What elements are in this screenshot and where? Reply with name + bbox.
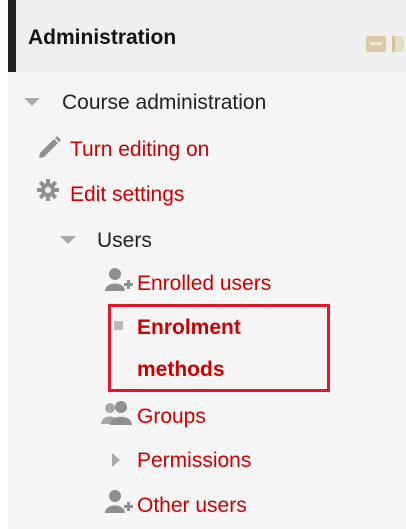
tree-item-turn-editing-on[interactable]: Turn editing on	[70, 138, 209, 162]
block-title: Administration	[28, 26, 177, 49]
highlight-box	[108, 304, 330, 392]
tree-item-edit-settings[interactable]: Edit settings	[70, 183, 184, 207]
tree-item-permissions[interactable]: Permissions	[137, 449, 251, 473]
pencil-icon	[39, 136, 61, 158]
block-header: Administration	[8, 0, 406, 72]
expand-permissions-icon[interactable]	[112, 453, 120, 467]
user-add-icon	[105, 268, 133, 291]
tree-item-enrolled-users[interactable]: Enrolled users	[137, 272, 271, 296]
expand-users-icon[interactable]	[60, 236, 76, 244]
group-icon	[101, 401, 132, 425]
gear-icon	[37, 179, 59, 201]
tree-item-users[interactable]: Users	[97, 229, 152, 253]
tree-item-other-users[interactable]: Other users	[137, 494, 247, 518]
tree-item-course-administration[interactable]: Course administration	[62, 91, 266, 115]
expand-course-administration-icon[interactable]	[24, 98, 40, 106]
dock-block-icon[interactable]	[366, 36, 386, 52]
user-add-icon	[105, 490, 133, 513]
collapse-block-icon[interactable]	[392, 36, 404, 52]
tree-item-groups[interactable]: Groups	[137, 405, 206, 429]
